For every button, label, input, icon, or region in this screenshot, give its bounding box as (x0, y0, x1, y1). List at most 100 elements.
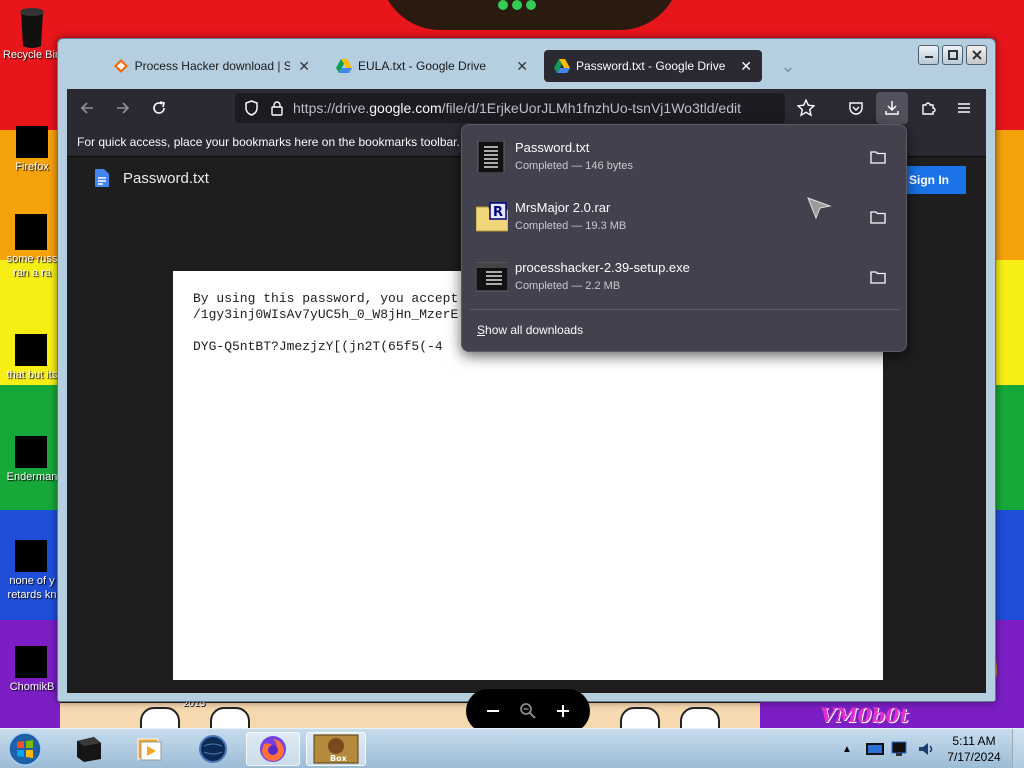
minimize-button[interactable] (918, 45, 939, 65)
desktop-icon-label: that but its (6, 369, 58, 381)
desktop-icon-label: Firefox (15, 161, 49, 173)
sourceforge-icon (114, 58, 129, 74)
taskbar-app-media-player[interactable] (122, 732, 176, 766)
url-text[interactable]: https://drive.google.com/file/d/1ErjkeUo… (293, 100, 741, 116)
download-status: Completed — 19.3 MB (515, 220, 627, 232)
open-folder-button[interactable] (866, 145, 890, 169)
file-title: Password.txt (123, 169, 209, 187)
desktop-icon-enderman[interactable]: Enderman (0, 424, 64, 484)
tab-process-hacker[interactable]: Process Hacker download | Sou ✕ (104, 50, 320, 82)
reload-icon (153, 101, 165, 114)
tab-title: EULA.txt - Google Drive (358, 59, 487, 73)
tab-title: Process Hacker download | Sou (134, 59, 291, 73)
address-bar[interactable]: https://drive.google.com/file/d/1ErjkeUo… (235, 93, 816, 123)
rar-archive-icon: R (476, 202, 508, 232)
taskbar-app-globe[interactable] (186, 732, 240, 766)
show-all-downloads-button[interactable]: Show all downloads (477, 323, 583, 337)
tab-strip: Process Hacker download | Sou ✕ EULA.txt… (104, 50, 808, 84)
download-filename: MrsMajor 2.0.rar (515, 200, 611, 215)
download-item[interactable]: Password.txt Completed — 146 bytes (470, 129, 900, 187)
zoom-magnifier-icon[interactable] (519, 702, 537, 720)
download-item[interactable]: R MrsMajor 2.0.rar Completed — 19.3 MB (470, 189, 900, 247)
open-folder-button[interactable] (866, 205, 890, 229)
system-tray: ▲ (842, 729, 936, 768)
tab-eula[interactable]: EULA.txt - Google Drive ✕ (326, 50, 538, 82)
tab-close-icon[interactable]: ✕ (298, 58, 310, 75)
back-button[interactable] (71, 92, 103, 124)
tracking-protection-shield-icon[interactable] (241, 100, 261, 116)
taskbar-app-black-box[interactable] (62, 732, 116, 766)
toolbar-right (836, 92, 980, 124)
pocket-icon (849, 102, 863, 115)
back-arrow-icon (80, 102, 93, 114)
taskbar-app-bonzi[interactable]: Box (306, 732, 366, 766)
zoom-controls (466, 689, 590, 733)
folder-icon (870, 211, 886, 224)
forward-arrow-icon (117, 102, 130, 114)
forward-button[interactable] (107, 92, 139, 124)
open-folder-button[interactable] (866, 265, 890, 289)
shortcut-icon (15, 436, 47, 468)
desktop-icon-label: Recycle Bin (2, 49, 62, 61)
recycle-bin-icon (15, 6, 49, 48)
network-icon[interactable] (890, 739, 912, 759)
action-center-icon[interactable] (864, 739, 886, 759)
minimize-icon (924, 56, 933, 58)
start-button[interactable] (4, 731, 46, 767)
tab-close-icon[interactable]: ✕ (740, 58, 752, 75)
box-app-icon: Box (313, 734, 359, 764)
google-docs-icon (95, 169, 109, 187)
svg-text:Box: Box (330, 754, 348, 763)
desktop-icon-label: none of y retards kn (7, 575, 57, 601)
bookmarks-hint-text: For quick access, place your bookmarks h… (77, 134, 460, 149)
reload-button[interactable] (143, 92, 175, 124)
globe-icon (199, 735, 227, 763)
google-drive-icon (554, 58, 570, 74)
volume-icon[interactable] (916, 739, 936, 759)
show-desktop-button[interactable] (1012, 729, 1024, 768)
zoom-in-icon[interactable] (555, 703, 571, 719)
taskbar-app-firefox[interactable] (246, 732, 300, 766)
tab-list-icon[interactable]: ⌄ (768, 50, 808, 82)
menu-button[interactable] (948, 92, 980, 124)
bookmark-star-icon[interactable] (796, 98, 816, 120)
lock-icon[interactable] (269, 100, 285, 116)
downloads-panel: Password.txt Completed — 146 bytes R Mrs… (461, 124, 907, 352)
tab-password[interactable]: Password.txt - Google Drive ✕ (544, 50, 762, 82)
taskbar-clock[interactable]: 5:11 AM 7/17/2024 (938, 733, 1010, 765)
puzzle-icon (922, 102, 936, 115)
navigation-toolbar: https://drive.google.com/file/d/1ErjkeUo… (67, 89, 986, 127)
maximize-button[interactable] (942, 45, 963, 65)
download-item[interactable]: processhacker-2.39-setup.exe Completed —… (470, 249, 900, 307)
wallpaper-watermark: VM0b0t (820, 703, 909, 727)
desktop-icon-firefox[interactable]: Firefox (0, 112, 64, 174)
close-button[interactable] (966, 45, 987, 65)
pocket-button[interactable] (840, 92, 872, 124)
tab-close-icon[interactable]: ✕ (516, 58, 528, 75)
shortcut-icon (15, 540, 47, 572)
firefox-icon (16, 126, 48, 158)
taskbar: Box ▲ 5:11 AM 7/17/2024 (0, 728, 1024, 768)
media-player-icon (137, 738, 162, 761)
windows-start-icon (8, 732, 42, 766)
show-hidden-icons-button[interactable]: ▲ (842, 744, 852, 755)
desktop-icon-label: Enderman (6, 471, 58, 483)
download-filename: Password.txt (515, 140, 590, 155)
download-icon (885, 101, 899, 115)
desktop-icon-shortcut-1[interactable]: some russ ran a ra (0, 214, 64, 280)
mouse-cursor-icon (807, 197, 832, 220)
desktop-icon-recycle-bin[interactable]: Recycle Bin (0, 6, 64, 62)
text-file-icon (477, 141, 505, 173)
extensions-button[interactable] (912, 92, 944, 124)
clock-time: 5:11 AM (952, 734, 996, 748)
downloads-button[interactable] (876, 92, 908, 124)
desktop-icon-shortcut-2[interactable]: that but its (0, 322, 64, 382)
clock-date: 7/17/2024 (947, 750, 1001, 764)
desktop-icon-chomik[interactable]: ChomikB (0, 632, 64, 694)
folder-icon (870, 151, 886, 164)
shortcut-icon (15, 214, 47, 250)
desktop-icon-label: some russ ran a ra (6, 253, 58, 279)
desktop-icon-shortcut-3[interactable]: none of y retards kn (0, 528, 64, 602)
window-controls (918, 45, 987, 65)
zoom-out-icon[interactable] (485, 703, 501, 719)
